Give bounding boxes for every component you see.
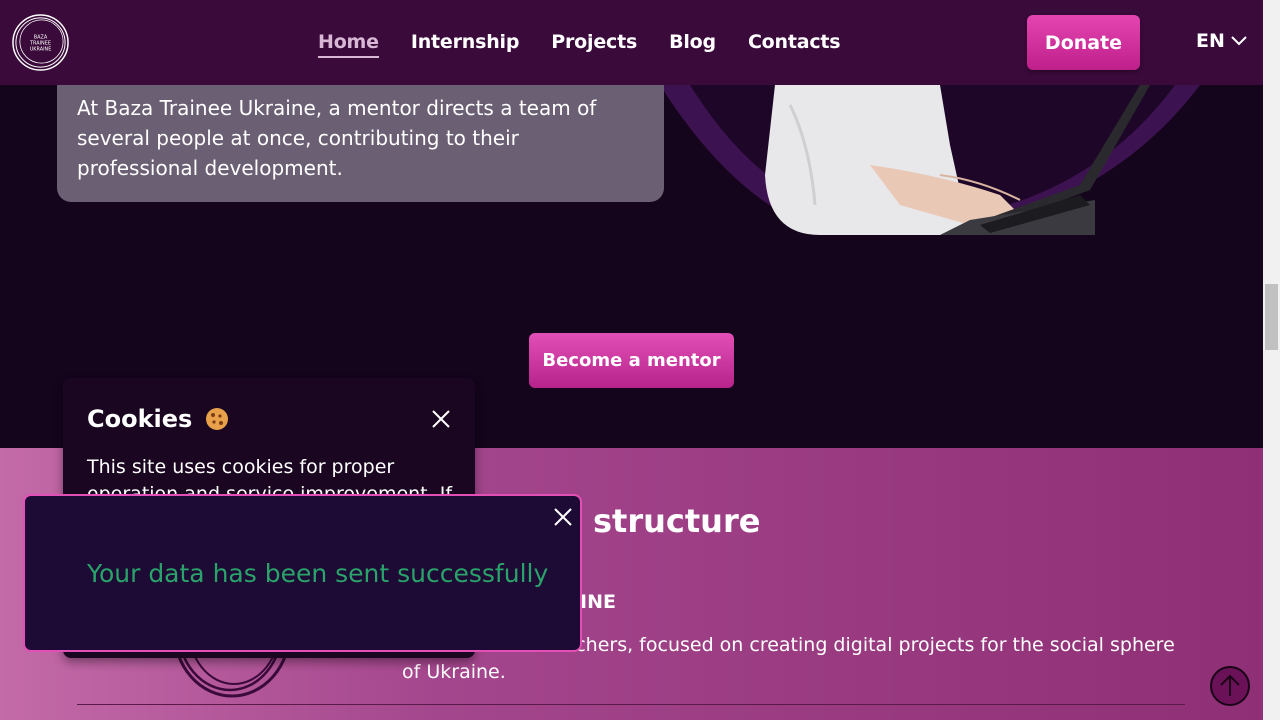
structure-subtitle: INE: [580, 591, 616, 613]
mentor-quote-card: At Baza Trainee Ukraine, a mentor direct…: [57, 85, 664, 202]
become-mentor-button[interactable]: Become a mentor: [529, 333, 734, 388]
success-toast: Your data has been sent successfully: [23, 494, 582, 652]
main-nav: Home Internship Projects Blog Contacts: [318, 30, 841, 58]
language-selector[interactable]: EN: [1196, 30, 1247, 52]
chevron-down-icon: [1231, 36, 1247, 46]
nav-internship[interactable]: Internship: [411, 30, 520, 58]
scrollbar-thumb[interactable]: [1265, 284, 1278, 350]
nav-projects[interactable]: Projects: [551, 30, 637, 58]
language-label: EN: [1196, 30, 1225, 52]
baza-trainee-logo[interactable]: BAZA TRAINEE UKRAINE: [11, 13, 70, 72]
scroll-to-top-button[interactable]: [1210, 666, 1250, 706]
structure-title: structure: [593, 502, 761, 540]
arrow-up-icon: [1220, 674, 1240, 696]
close-icon[interactable]: [552, 506, 574, 528]
cookies-title: Cookies: [87, 405, 193, 433]
close-icon[interactable]: [430, 408, 452, 430]
success-message: Your data has been sent successfully: [87, 559, 549, 588]
laptop-photo: [640, 85, 1220, 235]
donate-button[interactable]: Donate: [1027, 15, 1140, 70]
cookie-icon: [206, 408, 229, 430]
nav-home[interactable]: Home: [318, 30, 379, 58]
mentor-quote: At Baza Trainee Ukraine, a mentor direct…: [77, 96, 597, 180]
site-header: BAZA TRAINEE UKRAINE Home Internship Pro…: [0, 0, 1263, 85]
cookies-header: Cookies: [87, 405, 230, 433]
page-scrollbar[interactable]: [1263, 0, 1280, 720]
svg-text:UKRAINE: UKRAINE: [30, 46, 52, 52]
nav-contacts[interactable]: Contacts: [748, 30, 841, 58]
nav-blog[interactable]: Blog: [669, 30, 716, 58]
